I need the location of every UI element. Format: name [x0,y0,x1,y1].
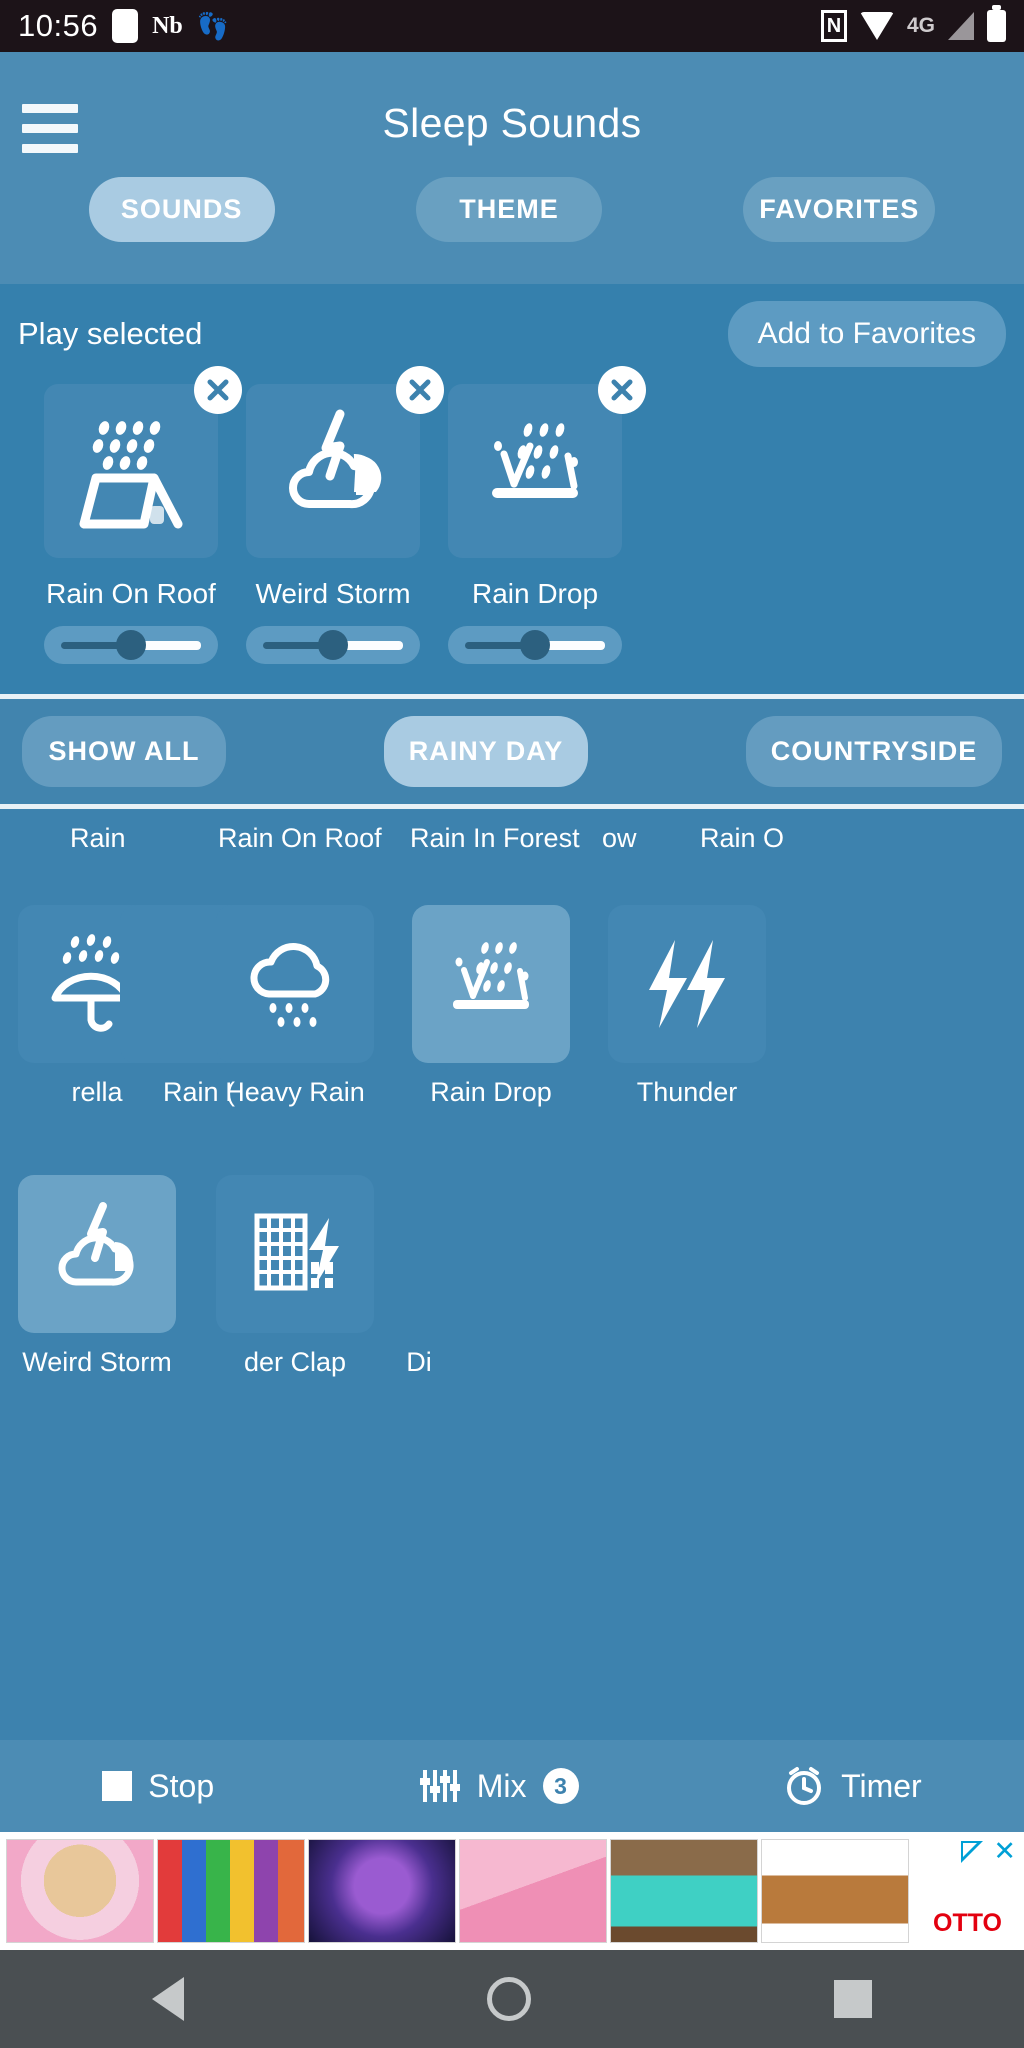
sound-tile-label: Weird Storm [22,1347,172,1377]
sound-tile-partial: Di [340,1175,498,1378]
stop-label: Stop [148,1767,215,1804]
rain-on-roof-icon[interactable] [44,384,218,558]
ad-thumbnail-kids-smartwatch[interactable] [459,1839,607,1943]
app-header: Sleep Sounds SOUNDS THEME FAVORITES [0,52,1024,284]
selected-sound-cards: Rain On Roof Weird Storm Rain Drop [18,366,1006,664]
sound-list: Rain Rain On Roof Rain In Forest ow Rain… [0,809,1024,1740]
status-bar-right: N 4G [820,5,1006,42]
sound-label-rain-in-forest: Rain In Forest [410,822,580,853]
sound-tile-heavy-rain: Heavy Rain [216,905,374,1108]
nb-icon: Nb [152,12,183,39]
ad-brand-label: OTTO [933,1909,1002,1937]
hamburger-menu-icon[interactable] [22,104,78,164]
ad-banner[interactable]: ✕ OTTO [0,1832,1024,1950]
mix-button[interactable]: Mix 3 [419,1768,579,1805]
recents-nav-icon[interactable] [834,1980,873,2018]
mixer-sliders-icon [419,1770,460,1802]
signal-icon [948,12,974,40]
page-title: Sleep Sounds [382,100,642,146]
sound-tile-label: Rain Drop [430,1077,552,1107]
selected-sounds-section: Play selected Add to Favorites Rain On R… [0,284,1024,694]
rain-drop-icon[interactable] [412,905,570,1063]
main-tabs: SOUNDS THEME FAVORITES [0,177,1024,242]
status-bar-left: 10:56 Nb 👣 [18,8,229,44]
weird-storm-icon[interactable] [246,384,420,558]
category-countryside[interactable]: COUNTRYSIDE [746,716,1002,787]
volume-slider-rain-on-roof[interactable] [44,626,218,664]
alarm-clock-icon [787,1767,822,1805]
blank-notification-icon [112,9,139,43]
back-nav-icon[interactable] [151,1977,184,2021]
category-show-all[interactable]: SHOW ALL [22,716,226,787]
close-icon[interactable] [396,366,444,414]
android-navigation-bar [0,1950,1024,2048]
timer-label: Timer [841,1767,922,1804]
category-rainy-day[interactable]: RAINY DAY [384,716,588,787]
battery-icon [987,5,1006,42]
timer-button[interactable]: Timer [783,1765,922,1807]
ad-thumbnail-brown-boot[interactable] [761,1839,909,1943]
sound-tile-weird-storm: Weird Storm [18,1175,176,1378]
sound-label-rain-on-roof: Rain On Roof [218,822,382,853]
rain-drop-icon[interactable] [448,384,622,558]
selected-card-label: Weird Storm [255,578,411,609]
close-icon[interactable] [194,366,242,414]
ad-controls: ✕ [961,1838,1016,1865]
heavy-rain-cloud-icon[interactable] [216,905,374,1063]
mix-label: Mix [476,1767,527,1804]
status-bar: 10:56 Nb 👣 N 4G [0,0,1024,52]
sound-grid-row-2: Weird Storm der Clap Di [0,1175,1024,1405]
ad-thumbnail-birthday-cake[interactable] [610,1839,758,1943]
sound-label-snow-clipped: ow [602,822,637,853]
volume-slider-rain-drop[interactable] [448,626,622,664]
home-nav-icon[interactable] [486,1977,531,2021]
ad-thumbnail-galaxy-cube[interactable] [308,1839,456,1943]
add-to-favorites-button[interactable]: Add to Favorites [727,301,1006,367]
sound-tile-label: Thunder [636,1077,738,1107]
sound-grid-row-1: rella Rain (Heavy Rain Rain Drop Thunde… [0,905,1024,1135]
ad-thumbnail-puppy-toy[interactable] [6,1839,154,1943]
selected-card-rain-on-roof: Rain On Roof [44,366,242,664]
close-icon[interactable] [598,366,646,414]
weird-storm-icon[interactable] [18,1175,176,1333]
selected-card-label: Rain On Roof [46,578,216,609]
tab-theme[interactable]: THEME [415,177,602,242]
wifi-icon [859,12,894,40]
sound-tile-thunder: Thunder [608,905,766,1108]
selected-card-label: Rain Drop [471,578,599,609]
bottom-action-bar: Stop Mix 3 Timer [0,1740,1024,1832]
sound-label-rain: Rain [70,822,126,853]
ad-choices-icon[interactable] [961,1840,984,1863]
sound-tile-label: Di [406,1347,432,1377]
sound-tile-label: Heavy Rain [225,1077,365,1107]
thunder-bolts-icon[interactable] [608,905,766,1063]
volume-slider-weird-storm[interactable] [246,626,420,664]
stop-button[interactable]: Stop [102,1768,214,1805]
nfc-icon: N [820,10,847,42]
mix-count-badge: 3 [542,1768,579,1804]
selected-card-rain-drop: Rain Drop [448,366,646,664]
tab-sounds[interactable]: SOUNDS [88,177,275,242]
selected-toolbar: Play selected Add to Favorites [18,284,1006,384]
selected-card-weird-storm: Weird Storm [246,366,444,664]
play-selected-label[interactable]: Play selected [18,316,202,352]
stop-square-icon [102,1771,133,1801]
ad-thumbnail-colorful-blocks[interactable] [157,1839,305,1943]
sound-label-rain-o-clipped: Rain O [700,822,785,853]
footsteps-icon: 👣 [196,11,230,41]
status-bar-clock: 10:56 [18,8,99,43]
network-type-label: 4G [906,14,935,37]
ad-close-icon[interactable]: ✕ [993,1838,1016,1865]
tab-favorites[interactable]: FAVORITES [743,177,936,242]
sound-tile-rain-drop: Rain Drop [412,905,570,1108]
category-filter-row: SHOW ALL RAINY DAY COUNTRYSIDE [0,699,1024,804]
app-screen: 10:56 Nb 👣 N 4G Sleep Sounds SOUNDS THEM… [0,0,1024,2048]
sound-list-top-labels: Rain Rain On Roof Rain In Forest ow Rain… [0,809,1024,867]
